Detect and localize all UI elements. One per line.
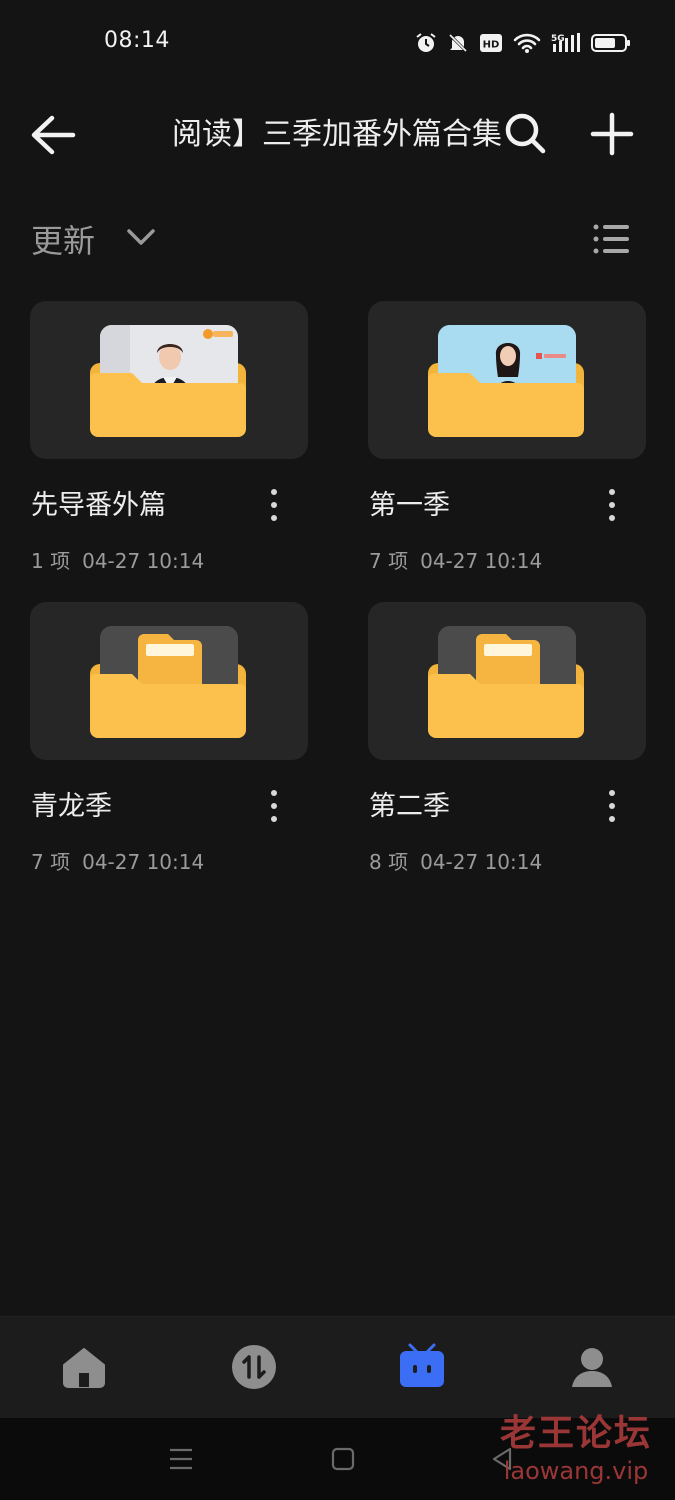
chevron-down-icon (127, 229, 155, 245)
folder-name[interactable]: 青龙季 (31, 784, 112, 823)
add-button[interactable] (586, 108, 638, 160)
modified-time: 04-27 10:14 (420, 549, 543, 573)
item-count: 8 项 (369, 850, 409, 874)
item-count: 1 项 (31, 549, 71, 573)
item-count: 7 项 (31, 850, 71, 874)
hd-label: HD (483, 40, 500, 51)
folder-meta: 7 项 04-27 10:14 (31, 846, 204, 875)
view-toggle-button[interactable] (590, 218, 632, 260)
modified-time: 04-27 10:14 (420, 850, 543, 874)
folder-icon (428, 373, 584, 437)
nav-profile[interactable] (566, 1341, 618, 1393)
hd-icon: HD (479, 32, 503, 54)
status-bar: 08:14 HD 5G (0, 0, 675, 86)
folder-thumbnail[interactable] (30, 301, 308, 459)
folder-meta: 7 项 04-27 10:14 (369, 545, 542, 574)
watermark: 老王论坛 laowang.vip (486, 1412, 666, 1494)
status-time: 08:14 (104, 28, 170, 53)
bottom-navigation (0, 1316, 675, 1418)
folder-card[interactable]: 第二季 8 项 04-27 10:14 (368, 602, 646, 882)
home-icon (63, 1348, 105, 1388)
profile-icon (572, 1348, 612, 1387)
list-view-icon (593, 224, 629, 254)
page-title: 阅读】三季加番外篇合集 (172, 117, 502, 152)
folder-card[interactable]: 先导番外篇 1 项 04-27 10:14 (30, 301, 308, 581)
modified-time: 04-27 10:14 (82, 850, 205, 874)
system-menu-button[interactable] (166, 1444, 196, 1474)
watermark-text-cn: 老王论坛 (499, 1413, 652, 1454)
item-count: 7 项 (369, 549, 409, 573)
back-arrow-icon (31, 115, 76, 155)
nav-home[interactable] (58, 1341, 110, 1393)
search-icon (505, 113, 546, 154)
folder-thumbnail[interactable] (368, 602, 646, 760)
alarm-icon (415, 32, 437, 54)
plus-icon (590, 112, 634, 156)
folder-icon (428, 674, 584, 738)
folder-meta: 8 项 04-27 10:14 (369, 846, 542, 875)
transfer-icon (232, 1345, 276, 1389)
watermark-text-en: laowang.vip (503, 1457, 649, 1485)
more-options-button[interactable] (600, 485, 624, 525)
modified-time: 04-27 10:14 (82, 549, 205, 573)
network-label: 5G (551, 34, 565, 44)
sort-dropdown-label[interactable]: 更新 (31, 216, 95, 262)
back-button[interactable] (28, 112, 78, 158)
menu-icon (170, 1448, 192, 1470)
app-header: 阅读】三季加番外篇合集 (0, 96, 675, 176)
5g-signal-icon: 5G (551, 32, 581, 54)
folder-thumbnail[interactable] (30, 602, 308, 760)
folder-card[interactable]: 青龙季 7 项 04-27 10:14 (30, 602, 308, 882)
nav-files[interactable] (396, 1341, 448, 1393)
more-options-button[interactable] (600, 786, 624, 826)
system-home-button[interactable] (328, 1444, 358, 1474)
folder-thumbnail[interactable] (368, 301, 646, 459)
more-options-button[interactable] (262, 786, 286, 826)
folder-meta: 1 项 04-27 10:14 (31, 545, 204, 574)
files-icon (400, 1343, 444, 1387)
folder-icon (90, 674, 246, 738)
wifi-icon (513, 32, 541, 54)
folder-name[interactable]: 第一季 (369, 483, 450, 522)
folder-card[interactable]: 第一季 7 项 04-27 10:14 (368, 301, 646, 581)
home-square-icon (331, 1447, 355, 1471)
status-icons: HD 5G (415, 30, 631, 56)
more-options-button[interactable] (262, 485, 286, 525)
nav-transfer[interactable] (228, 1341, 280, 1393)
folder-name[interactable]: 第二季 (369, 784, 450, 823)
search-button[interactable] (500, 108, 552, 160)
title-container: 阅读】三季加番外篇合集 (172, 110, 506, 160)
sort-dropdown-toggle[interactable] (124, 220, 158, 254)
folder-name[interactable]: 先导番外篇 (31, 483, 166, 522)
sort-bar: 更新 (0, 208, 675, 268)
battery-icon (591, 32, 631, 54)
folder-icon (90, 373, 246, 437)
mute-icon (447, 32, 469, 54)
